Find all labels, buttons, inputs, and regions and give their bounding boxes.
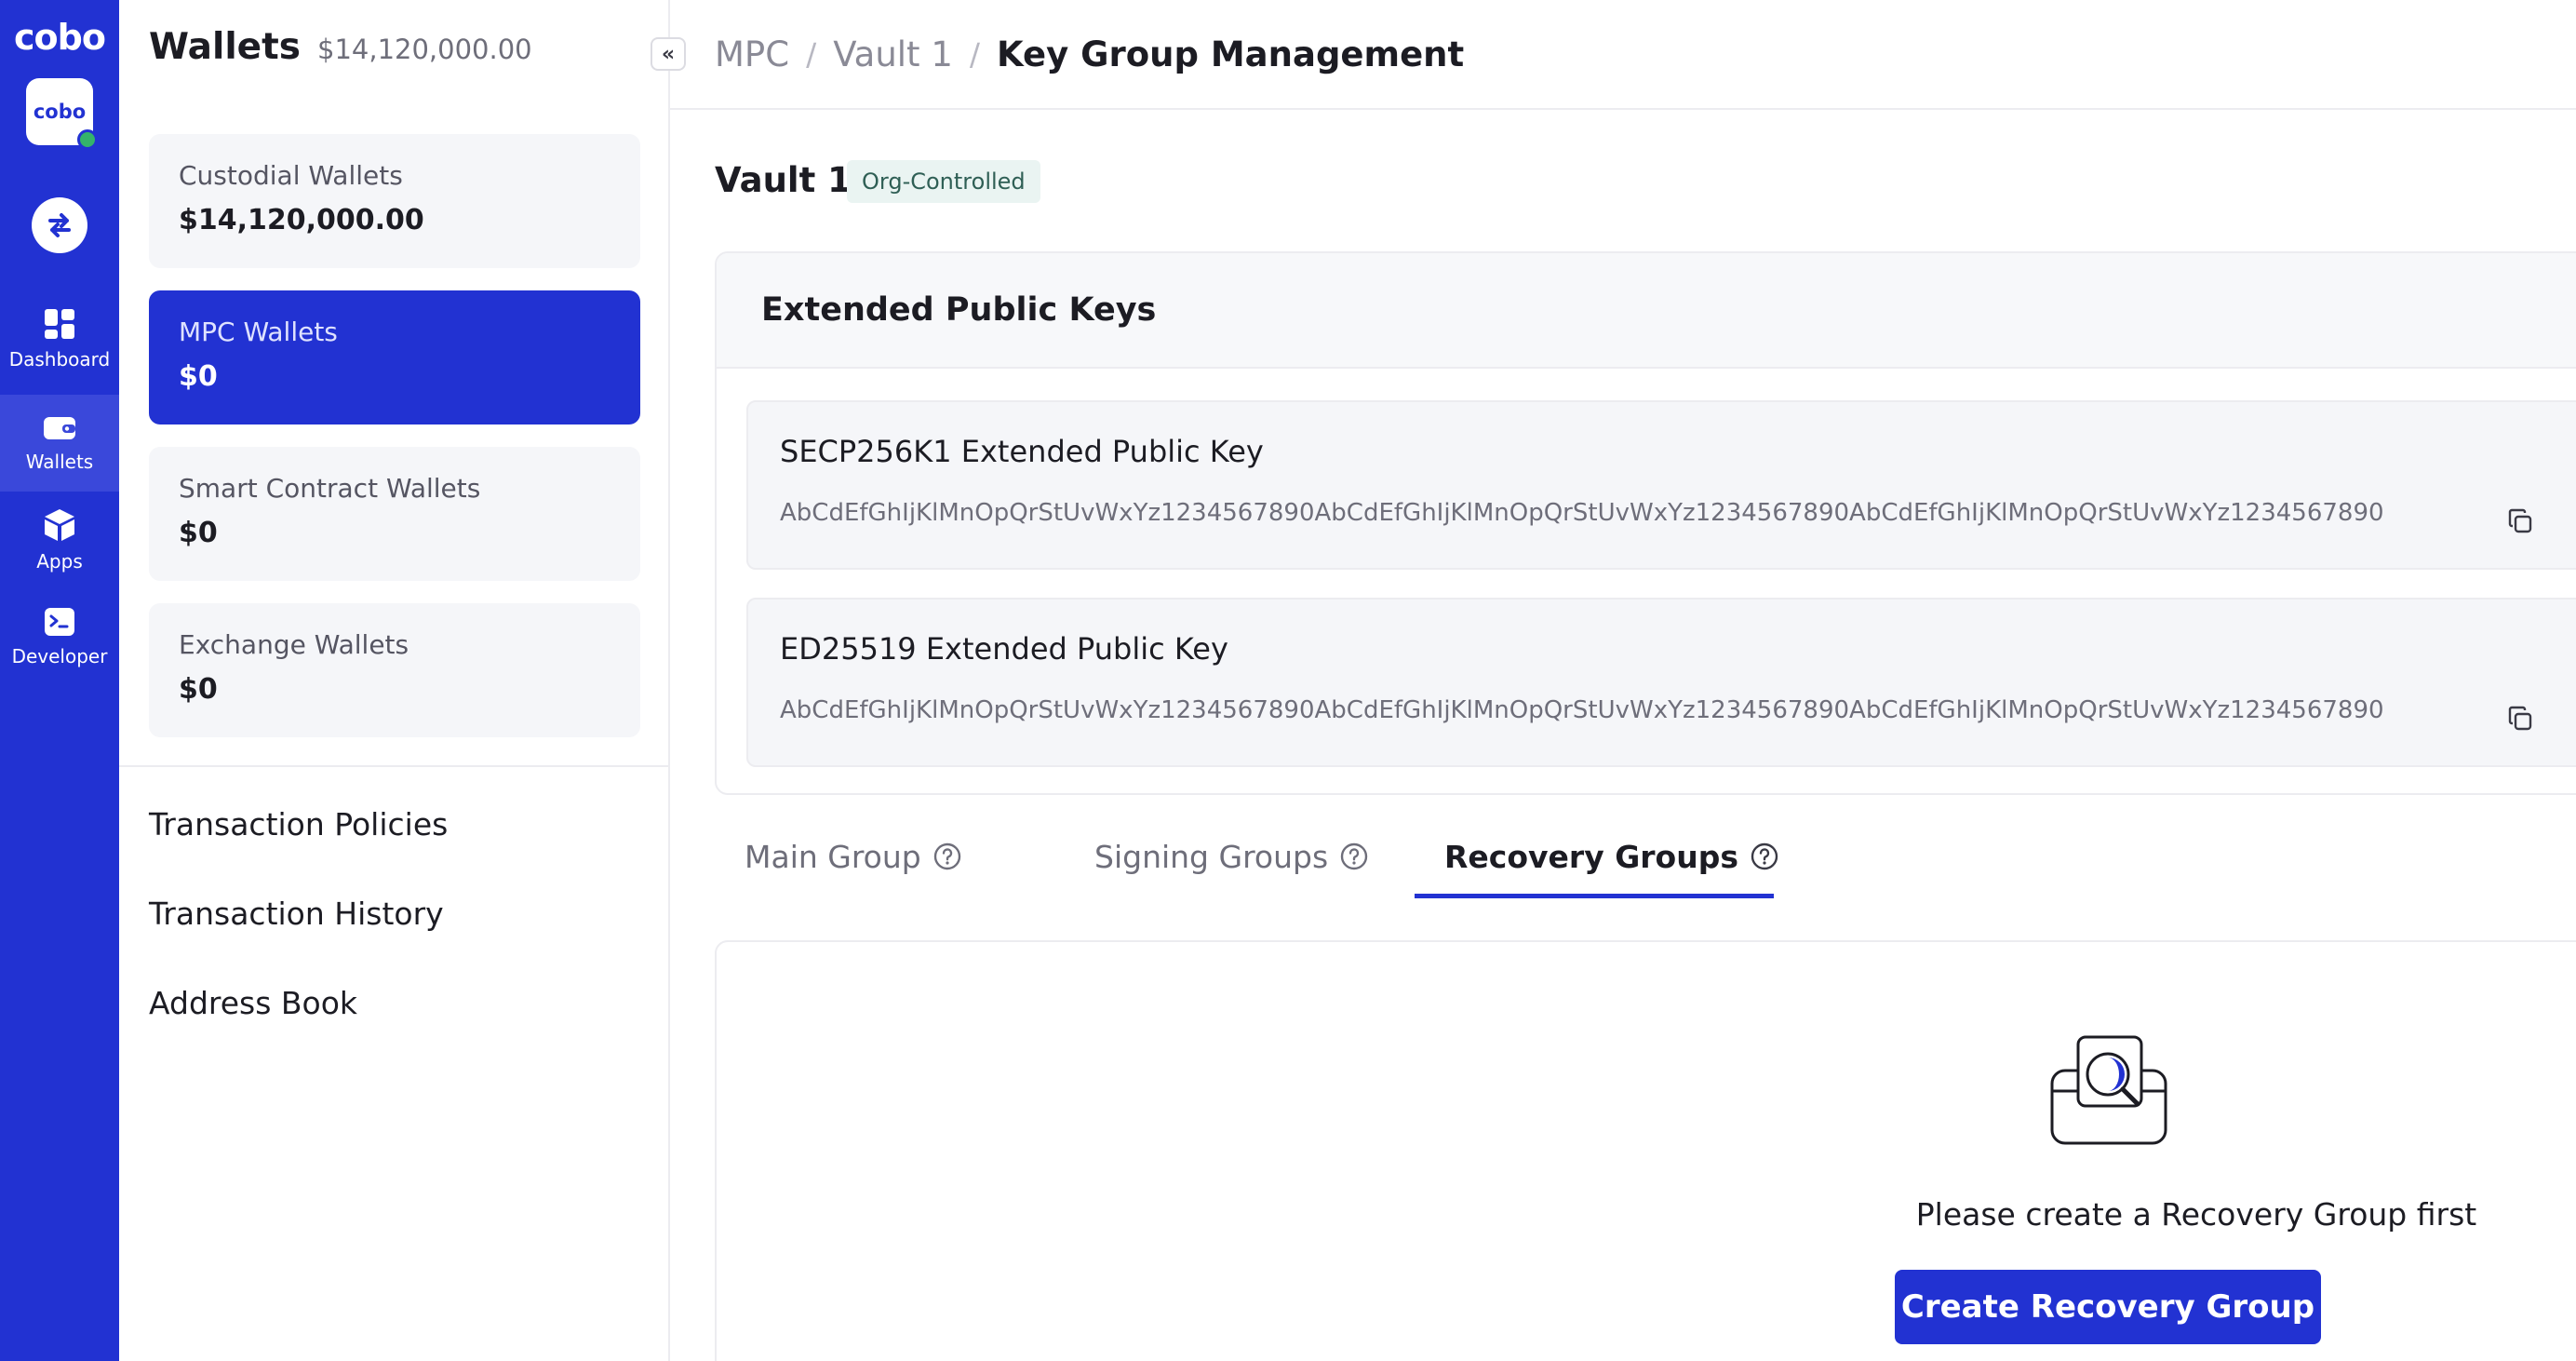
icon-rail: cobo cobo Dashboard Wallets Apps Develop…: [0, 0, 119, 1361]
wallet-card-custodial[interactable]: Custodial Wallets $14,120,000.00: [149, 134, 640, 268]
key-value: AbCdEfGhIjKlMnOpQrStUvWxYz1234567890AbCd…: [780, 696, 2384, 724]
breadcrumb-item-vault[interactable]: Vault 1: [833, 34, 953, 74]
rail-item-developer[interactable]: Developer: [0, 588, 119, 685]
rail-item-apps[interactable]: Apps: [0, 492, 119, 588]
rail-item-label: Developer: [11, 645, 108, 667]
panel-divider: [119, 765, 668, 767]
group-tabs: Main Group Signing Groups Recovery Group…: [715, 819, 2297, 899]
terminal-icon: [45, 608, 74, 636]
link-transaction-history[interactable]: Transaction History: [149, 896, 444, 932]
wallet-card-exchange[interactable]: Exchange Wallets $0: [149, 603, 640, 737]
grid-icon: [45, 309, 74, 339]
online-status-dot: [77, 129, 98, 150]
vault-name: Vault 1: [715, 160, 852, 200]
rail-item-label: Apps: [36, 550, 83, 573]
vault-control-badge: Org-Controlled: [847, 160, 1040, 203]
cube-icon: [45, 509, 74, 541]
page-title: Key Group Management: [996, 34, 1465, 74]
wallet-card-amount: $0: [179, 673, 218, 706]
key-label: SECP256K1 Extended Public Key: [780, 434, 1264, 469]
keys-card-header: Extended Public Keys: [717, 253, 2576, 369]
help-icon[interactable]: [1339, 842, 1369, 871]
link-address-book[interactable]: Address Book: [149, 985, 357, 1021]
panel-title: Wallets: [149, 26, 301, 68]
wallet-card-name: Exchange Wallets: [179, 629, 409, 660]
empty-search-icon: [2050, 1035, 2167, 1145]
help-icon[interactable]: [932, 842, 962, 871]
wallet-icon: [44, 417, 75, 439]
copy-icon: [2508, 706, 2532, 731]
wallet-card-name: Smart Contract Wallets: [179, 473, 481, 504]
copy-button[interactable]: [2502, 700, 2539, 737]
wallet-card-amount: $0: [179, 360, 218, 393]
panel-header: Wallets $14,120,000.00: [149, 26, 532, 68]
switch-org-button[interactable]: [32, 197, 87, 253]
key-label: ED25519 Extended Public Key: [780, 631, 1228, 667]
tab-recovery-groups[interactable]: Recovery Groups: [1444, 819, 1779, 894]
breadcrumb-separator: /: [969, 35, 980, 73]
tab-label: Recovery Groups: [1444, 838, 1738, 875]
extended-public-keys-card: Extended Public Keys SECP256K1 Extended …: [715, 251, 2576, 795]
wallet-card-name: MPC Wallets: [179, 317, 338, 347]
tab-label: Main Group: [745, 838, 921, 875]
tab-main-group[interactable]: Main Group: [745, 819, 962, 894]
key-value: AbCdEfGhIjKlMnOpQrStUvWxYz1234567890AbCd…: [780, 499, 2384, 527]
swap-icon: [48, 213, 71, 237]
wallets-panel: Wallets $14,120,000.00 « Custodial Walle…: [119, 0, 686, 1361]
key-row-secp256k1: SECP256K1 Extended Public Key AbCdEfGhIj…: [746, 400, 2576, 570]
cobo-logo: cobo: [14, 17, 106, 58]
copy-icon: [2508, 508, 2532, 533]
help-icon[interactable]: [1750, 842, 1779, 871]
rail-item-label: Wallets: [25, 451, 94, 473]
wallet-card-smart-contract[interactable]: Smart Contract Wallets $0: [149, 447, 640, 581]
rail-item-wallets[interactable]: Wallets: [0, 395, 119, 492]
wallet-card-mpc[interactable]: MPC Wallets $0: [149, 290, 640, 424]
copy-button[interactable]: [2502, 503, 2539, 540]
main-content: MPC / Vault 1 / Key Group Management Vau…: [670, 0, 2576, 1361]
org-avatar-label: cobo: [33, 101, 87, 123]
active-tab-indicator: [1415, 894, 1774, 898]
empty-state-message: Please create a Recovery Group first: [1915, 1196, 2477, 1233]
wallet-card-amount: $14,120,000.00: [179, 204, 424, 236]
tab-label: Signing Groups: [1094, 838, 1329, 875]
wallet-card-amount: $0: [179, 517, 218, 549]
org-avatar[interactable]: cobo: [26, 78, 98, 150]
wallet-card-name: Custodial Wallets: [179, 160, 403, 191]
create-recovery-group-button[interactable]: Create Recovery Group: [1895, 1270, 2321, 1344]
breadcrumb-separator: /: [806, 35, 817, 73]
app-root: cobo cobo Dashboard Wallets Apps Develop…: [0, 0, 2576, 1361]
rail-item-dashboard[interactable]: Dashboard: [0, 290, 119, 387]
link-transaction-policies[interactable]: Transaction Policies: [149, 806, 448, 842]
key-row-ed25519: ED25519 Extended Public Key AbCdEfGhIjKl…: [746, 598, 2576, 767]
breadcrumb-item-mpc[interactable]: MPC: [715, 34, 789, 74]
keys-card-title: Extended Public Keys: [761, 291, 1157, 329]
breadcrumb: MPC / Vault 1 / Key Group Management: [670, 0, 2576, 110]
wallets-total-balance: $14,120,000.00: [317, 34, 532, 65]
rail-item-label: Dashboard: [8, 348, 111, 371]
tab-signing-groups[interactable]: Signing Groups: [1094, 819, 1369, 894]
